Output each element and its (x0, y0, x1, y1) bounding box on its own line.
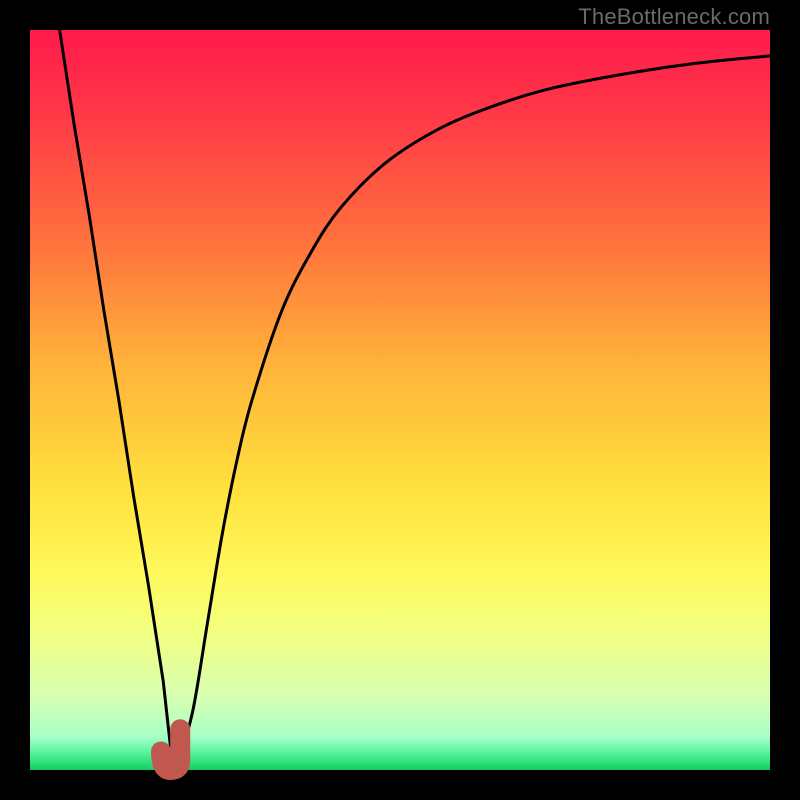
bottleneck-curve (60, 30, 770, 763)
plot-area (30, 30, 770, 770)
curve-layer (30, 30, 770, 770)
optimum-marker (161, 729, 180, 770)
watermark-text: TheBottleneck.com (578, 4, 770, 30)
chart-frame: TheBottleneck.com (0, 0, 800, 800)
